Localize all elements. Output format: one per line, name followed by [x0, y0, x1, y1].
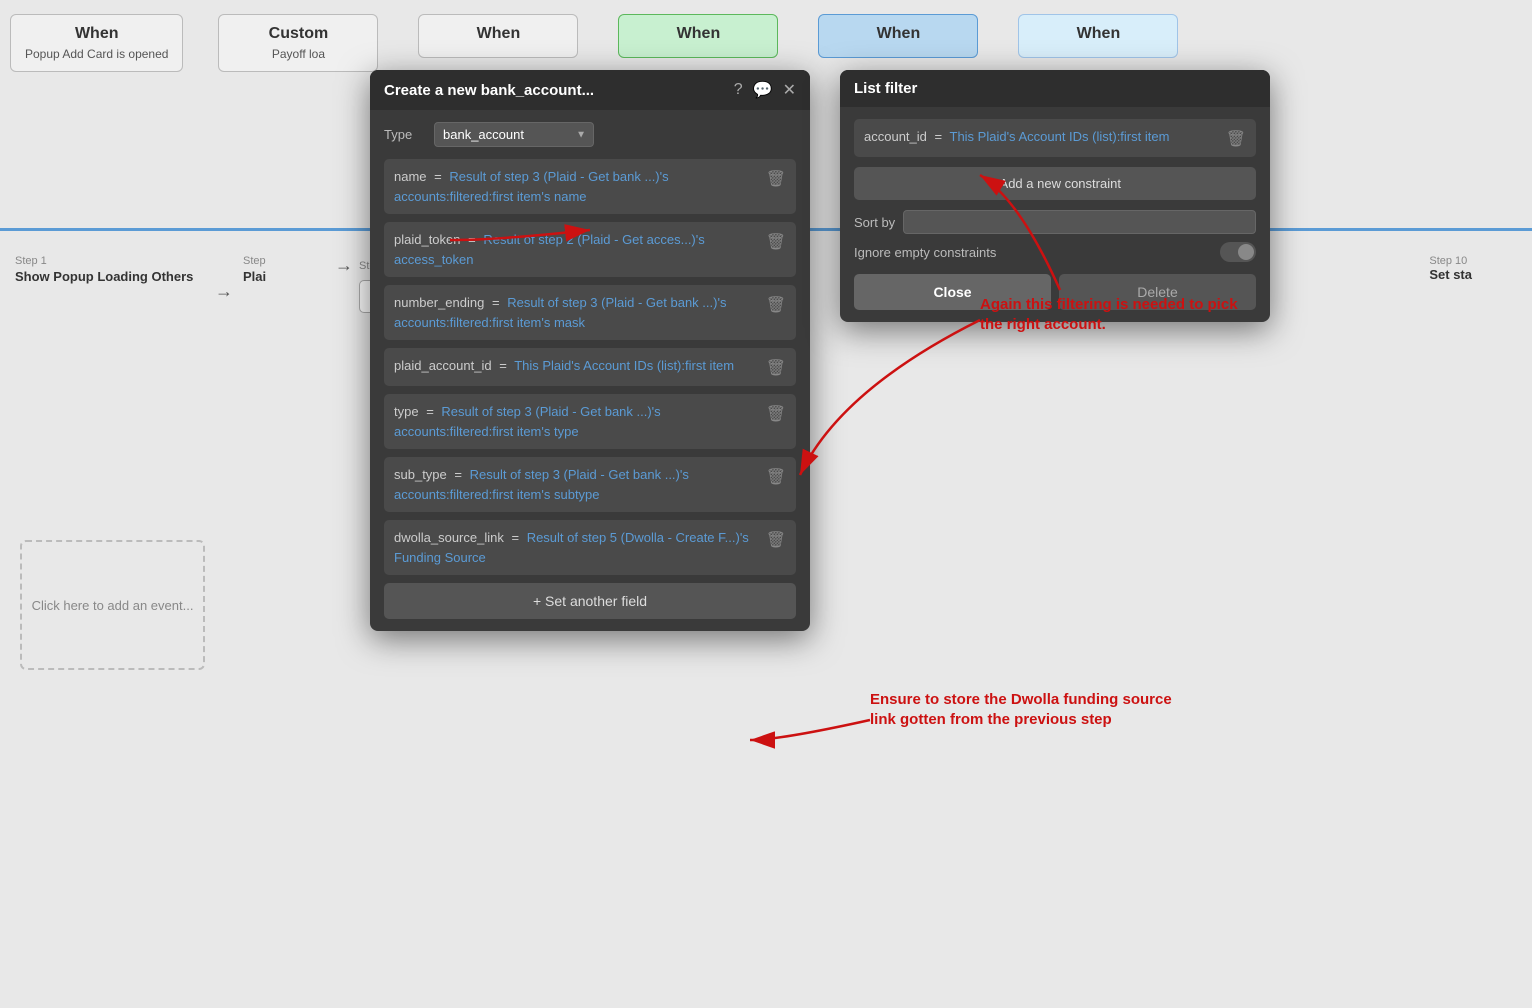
field-eq-name: = [434, 169, 442, 184]
field-key-number-ending: number_ending [394, 295, 484, 310]
field-value-type: Result of step 3 (Plaid - Get bank ...)'… [394, 404, 661, 439]
workflow-card-when1[interactable]: When Popup Add Card is opened [0, 0, 193, 82]
trash-plaid-account-id[interactable]: 🗑 [766, 358, 786, 378]
step1-name: Show Popup Loading Others [15, 269, 205, 284]
step2-label: Step [243, 255, 323, 267]
card-subtitle-when1: Popup Add Card is opened [25, 47, 168, 61]
list-filter-title: List filter [854, 80, 917, 97]
modal-header-icons: ? 💬 ✕ [734, 80, 796, 100]
card-title-when4: When [833, 25, 963, 43]
annotation-dwolla: Ensure to store the Dwolla funding sourc… [870, 690, 1172, 729]
modal-body: Type bank_account name = Result of step … [370, 110, 810, 631]
card-title-when2: When [433, 25, 563, 43]
annotation-filtering: Again this filtering is needed to pickth… [980, 295, 1238, 334]
field-key-plaid-token: plaid_token [394, 232, 461, 247]
trash-sub-type[interactable]: 🗑 [766, 467, 786, 487]
constraint-trash[interactable]: 🗑 [1226, 129, 1246, 149]
create-bank-account-modal: Create a new bank_account... ? 💬 ✕ Type … [370, 70, 810, 631]
sort-by-input[interactable] [903, 210, 1256, 234]
type-select-wrapper[interactable]: bank_account [434, 122, 594, 147]
field-value-plaid-account-id: This Plaid's Account IDs (list):first it… [514, 358, 734, 373]
close-icon[interactable]: ✕ [783, 80, 796, 100]
step10-label: Step 10 [1429, 255, 1472, 267]
sort-by-label: Sort by [854, 215, 895, 230]
field-row-plaid-token: plaid_token = Result of step 2 (Plaid - … [384, 222, 796, 277]
field-row-plaid-account-id: plaid_account_id = This Plaid's Account … [384, 348, 796, 386]
arrow-1: → [215, 281, 233, 302]
ignore-row: Ignore empty constraints [854, 242, 1256, 262]
annotation-dwolla-text: Ensure to store the Dwolla funding sourc… [870, 690, 1172, 729]
trash-dwolla[interactable]: 🗑 [766, 530, 786, 550]
type-label: Type [384, 127, 424, 142]
field-row-number-ending: number_ending = Result of step 3 (Plaid … [384, 285, 796, 340]
step10-block: Step 10 Set sta [1429, 255, 1472, 282]
annotation-filtering-text: Again this filtering is needed to pickth… [980, 295, 1238, 334]
step1-label: Step 1 [15, 255, 205, 267]
field-row-type: type = Result of step 3 (Plaid - Get ban… [384, 394, 796, 449]
type-select[interactable]: bank_account [434, 122, 594, 147]
list-filter-header: List filter [840, 70, 1270, 107]
sort-by-row: Sort by [854, 210, 1256, 234]
card-title-when1: When [25, 25, 168, 43]
ignore-label: Ignore empty constraints [854, 245, 996, 260]
constraint-content: account_id = This Plaid's Account IDs (l… [864, 127, 1226, 147]
field-row-name: name = Result of step 3 (Plaid - Get ban… [384, 159, 796, 214]
card-subtitle-custom: Payoff loa [233, 47, 363, 61]
field-key-dwolla: dwolla_source_link [394, 530, 504, 545]
step10-name: Set sta [1429, 267, 1472, 282]
help-icon[interactable]: ? [734, 81, 743, 99]
add-constraint-button[interactable]: + Add a new constraint [854, 167, 1256, 200]
field-key-sub-type: sub_type [394, 467, 447, 482]
field-key-type: type [394, 404, 419, 419]
trash-plaid-token[interactable]: 🗑 [766, 232, 786, 252]
list-filter-body: account_id = This Plaid's Account IDs (l… [840, 107, 1270, 322]
card-title-when5: When [1033, 25, 1163, 43]
constraint-row: account_id = This Plaid's Account IDs (l… [854, 119, 1256, 157]
modal-header: Create a new bank_account... ? 💬 ✕ [370, 70, 810, 110]
card-title-custom: Custom [233, 25, 363, 43]
step2-name: Plai [243, 269, 323, 284]
constraint-value: This Plaid's Account IDs (list):first it… [950, 129, 1170, 144]
empty-event-card[interactable]: Click here to add an event... [20, 540, 205, 670]
field-key-name: name [394, 169, 427, 184]
list-filter-modal: List filter account_id = This Plaid's Ac… [840, 70, 1270, 322]
empty-event-text: Click here to add an event... [32, 598, 194, 613]
field-key-plaid-account-id: plaid_account_id [394, 358, 492, 373]
set-another-button[interactable]: + Set another field [384, 583, 796, 619]
field-row-dwolla: dwolla_source_link = Result of step 5 (D… [384, 520, 796, 575]
constraint-key: account_id [864, 129, 927, 144]
arrow-2: → [335, 255, 353, 276]
trash-name[interactable]: 🗑 [766, 169, 786, 189]
modal-title: Create a new bank_account... [384, 82, 594, 99]
ignore-toggle[interactable] [1220, 242, 1256, 262]
chat-icon[interactable]: 💬 [753, 80, 773, 100]
type-row: Type bank_account [384, 122, 796, 147]
field-row-sub-type: sub_type = Result of step 3 (Plaid - Get… [384, 457, 796, 512]
trash-type[interactable]: 🗑 [766, 404, 786, 424]
workflow-card-custom[interactable]: Custom Payoff loa [203, 0, 393, 82]
trash-number-ending[interactable]: 🗑 [766, 295, 786, 315]
card-title-when3: When [633, 25, 763, 43]
